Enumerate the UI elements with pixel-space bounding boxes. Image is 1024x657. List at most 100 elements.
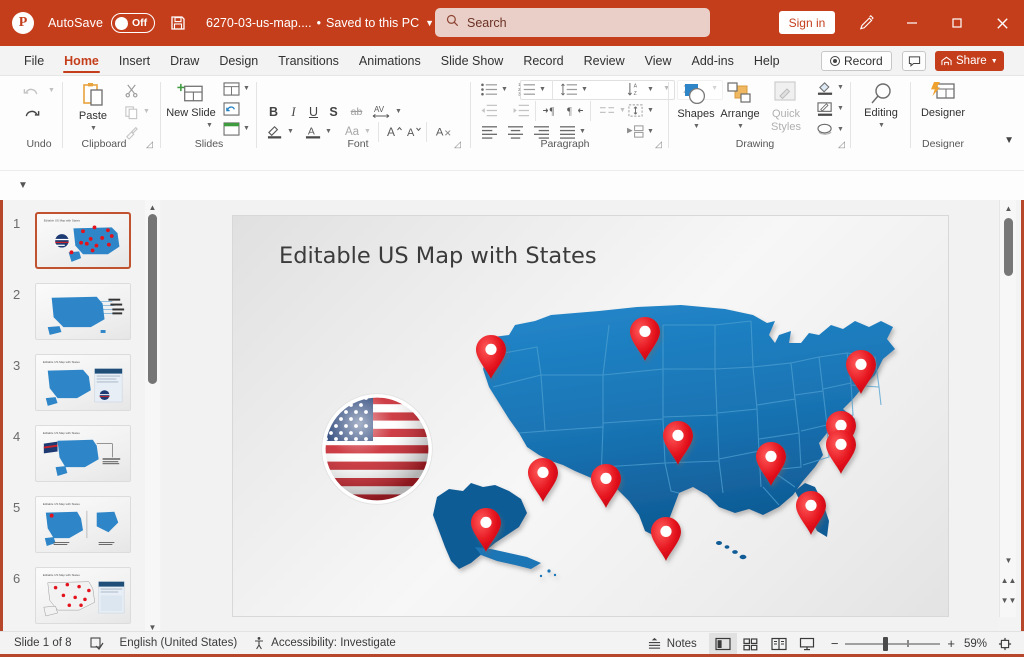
save-icon[interactable] <box>169 15 186 32</box>
tab-home[interactable]: Home <box>54 46 109 75</box>
arrange-button[interactable] <box>724 80 756 108</box>
sign-in-button[interactable]: Sign in <box>779 11 835 34</box>
character-spacing-chevron-down-icon[interactable]: ▼ <box>395 108 402 115</box>
font-color-chevron-down-icon[interactable]: ▼ <box>325 128 332 135</box>
minimize-button[interactable] <box>901 12 923 34</box>
page-title[interactable]: Editable US Map with States <box>279 243 597 269</box>
pen-edit-icon[interactable] <box>855 12 877 34</box>
numbering-button[interactable]: 123 <box>516 80 538 99</box>
reset-button[interactable] <box>220 100 242 118</box>
shape-outline-button[interactable] <box>814 100 836 118</box>
comments-button[interactable] <box>902 51 926 71</box>
slideshow-button[interactable] <box>793 633 821 654</box>
maximize-button[interactable] <box>946 12 968 34</box>
line-spacing-chevron-down-icon[interactable]: ▼ <box>581 86 588 93</box>
strikethrough-button[interactable]: ab <box>346 103 367 121</box>
undo-button[interactable] <box>18 82 44 102</box>
align-text-button[interactable] <box>624 101 646 120</box>
bullets-chevron-down-icon[interactable]: ▼ <box>501 86 508 93</box>
thumbnail-slide-4[interactable]: Editable US Map with States <box>35 425 131 482</box>
pin-maryland[interactable] <box>826 430 856 474</box>
paste-button[interactable] <box>76 80 110 110</box>
designer-button[interactable] <box>928 80 958 106</box>
shapes-button[interactable] <box>680 80 712 108</box>
justify-chevron-down-icon[interactable]: ▼ <box>579 128 586 135</box>
zoom-level[interactable]: 59% <box>964 638 990 650</box>
text-direction-chevron-down-icon[interactable]: ▼ <box>647 86 654 93</box>
tab-help[interactable]: Help <box>744 46 790 75</box>
editing-chevron-down-icon[interactable]: ▼ <box>878 122 885 129</box>
thumbnail-scroll-up-icon[interactable]: ▲ <box>145 200 160 214</box>
line-spacing-button[interactable] <box>558 80 580 99</box>
shape-outline-chevron-down-icon[interactable]: ▼ <box>837 105 844 112</box>
tab-draw[interactable]: Draw <box>160 46 209 75</box>
shapes-chevron-down-icon[interactable]: ▼ <box>693 123 700 130</box>
drawing-dialog-launcher-icon[interactable]: ◿ <box>838 139 845 150</box>
shape-effects-chevron-down-icon[interactable]: ▼ <box>837 126 844 133</box>
section-button[interactable] <box>220 120 242 138</box>
tab-review[interactable]: Review <box>574 46 635 75</box>
share-button[interactable]: Share ▼ <box>935 51 1004 71</box>
thumbnail-slide-5[interactable]: Editable US Map with States <box>35 496 131 553</box>
normal-view-button[interactable] <box>709 633 737 654</box>
align-text-chevron-down-icon[interactable]: ▼ <box>647 107 654 114</box>
highlight-chevron-down-icon[interactable]: ▼ <box>287 128 294 135</box>
previous-slide-icon[interactable]: ▲▲ <box>1000 572 1017 588</box>
layout-button[interactable] <box>220 80 242 98</box>
notes-button[interactable]: Notes <box>647 637 697 650</box>
new-slide-chevron-down-icon[interactable]: ▼ <box>206 122 213 129</box>
tab-add-ins[interactable]: Add-ins <box>681 46 743 75</box>
ribbon-collapse-chevron-down-icon[interactable]: ▼ <box>1004 135 1014 146</box>
slide-surface[interactable]: Editable US Map with States <box>233 216 948 616</box>
accessibility-icon[interactable] <box>253 636 267 650</box>
copy-button[interactable] <box>120 102 142 122</box>
text-shadow-button[interactable]: S <box>324 103 343 121</box>
decrease-indent-button[interactable] <box>478 101 500 120</box>
numbering-chevron-down-icon[interactable]: ▼ <box>539 86 546 93</box>
us-states-map-image[interactable] <box>423 291 933 601</box>
reading-view-button[interactable] <box>765 633 793 654</box>
bold-button[interactable]: B <box>264 103 283 121</box>
smartart-chevron-down-icon[interactable]: ▼ <box>647 128 654 135</box>
increase-indent-button[interactable] <box>510 101 532 120</box>
scrollbar-thumb[interactable] <box>1004 218 1013 276</box>
pin-arizona[interactable] <box>528 458 558 502</box>
new-slide-button[interactable] <box>174 81 206 107</box>
scrollbar-thumb[interactable] <box>148 214 157 384</box>
slide-counter[interactable]: Slide 1 of 8 <box>14 637 72 649</box>
arrange-chevron-down-icon[interactable]: ▼ <box>737 123 744 130</box>
spellcheck-icon[interactable] <box>90 636 104 650</box>
font-dialog-launcher-icon[interactable]: ◿ <box>454 139 461 150</box>
text-direction-button[interactable]: AZ <box>624 80 646 99</box>
search-input[interactable]: Search <box>435 8 710 37</box>
paragraph-dialog-launcher-icon[interactable]: ◿ <box>655 139 662 150</box>
zoom-out-button[interactable]: − <box>831 636 839 651</box>
redo-button[interactable] <box>18 104 44 124</box>
rtl-button[interactable]: ¶ <box>564 101 586 120</box>
tab-file[interactable]: File <box>14 46 54 75</box>
thumbnail-slide-6[interactable]: Editable US Map with States <box>35 567 131 624</box>
quick-styles-button[interactable] <box>769 80 801 108</box>
chevron-down-icon[interactable]: ▼ <box>425 18 434 28</box>
italic-button[interactable]: I <box>284 103 303 121</box>
slide-sorter-button[interactable] <box>737 633 765 654</box>
next-slide-icon[interactable]: ▼▼ <box>1000 592 1017 608</box>
tab-slide-show[interactable]: Slide Show <box>431 46 514 75</box>
qat-dropdown-icon[interactable]: ▼ <box>18 180 28 191</box>
us-flag-sphere-image[interactable] <box>321 393 433 505</box>
language-indicator[interactable]: English (United States) <box>120 637 238 649</box>
zoom-slider-handle[interactable] <box>883 637 888 651</box>
columns-button[interactable] <box>596 101 618 120</box>
thumbnail-slide-3[interactable]: Editable US Map with States <box>35 354 131 411</box>
scroll-up-icon[interactable]: ▲ <box>1000 200 1017 216</box>
tab-animations[interactable]: Animations <box>349 46 431 75</box>
editing-button[interactable] <box>866 81 896 107</box>
ltr-button[interactable]: ¶ <box>540 101 562 120</box>
shape-fill-chevron-down-icon[interactable]: ▼ <box>837 84 844 91</box>
clipboard-dialog-launcher-icon[interactable]: ◿ <box>146 139 153 150</box>
copy-dropdown-chevron-down-icon[interactable]: ▼ <box>143 108 150 115</box>
shape-fill-button[interactable] <box>814 79 836 97</box>
layout-chevron-down-icon[interactable]: ▼ <box>243 85 250 92</box>
close-button[interactable] <box>991 12 1013 34</box>
shape-effects-button[interactable] <box>814 121 836 139</box>
